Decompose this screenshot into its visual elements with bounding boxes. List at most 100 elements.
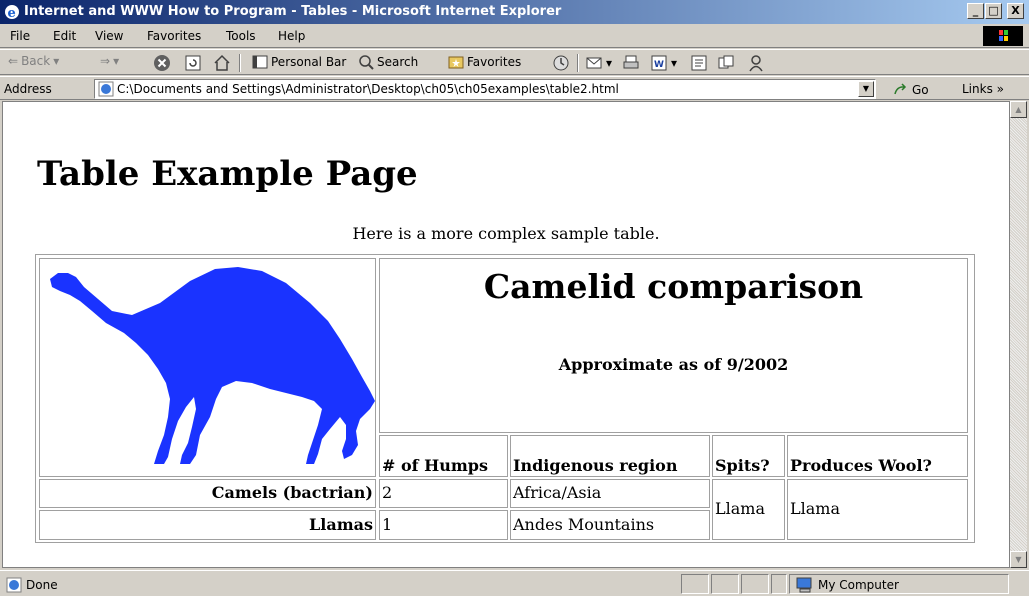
edit-word-icon: W [651, 55, 667, 71]
refresh-button[interactable] [184, 54, 202, 72]
edit-button[interactable]: W ▾ [650, 54, 677, 72]
menu-edit[interactable]: Edit [53, 29, 76, 43]
close-button[interactable]: X [1007, 3, 1024, 19]
page-heading: Table Example Page [37, 154, 418, 194]
refresh-icon [185, 55, 201, 71]
address-bar: Address C:\Documents and Settings\Admini… [0, 76, 1029, 100]
header-humps: # of Humps [379, 435, 508, 477]
print-button[interactable] [622, 54, 640, 72]
messenger-icon [718, 55, 734, 69]
page-body: Table Example Page Here is a more comple… [3, 102, 1009, 568]
history-icon [553, 55, 569, 71]
stop-button[interactable] [153, 54, 171, 72]
print-icon [623, 55, 639, 69]
header-spits: Spits? [712, 435, 785, 477]
row-name: Llamas [39, 510, 376, 540]
minimize-button[interactable]: _ [967, 3, 984, 19]
menu-file[interactable]: File [10, 29, 30, 43]
go-arrow-icon [894, 83, 907, 95]
vertical-scrollbar[interactable]: ▲ ▼ [1010, 101, 1027, 568]
chevron-down-icon: ▾ [606, 56, 613, 70]
browser-window: e Internet and WWW How to Program - Tabl… [0, 0, 1029, 596]
search-icon [359, 55, 374, 70]
wool-value: Llama [787, 479, 968, 540]
discuss-icon [691, 55, 707, 71]
messenger-button[interactable] [717, 54, 735, 72]
status-text: Done [26, 578, 58, 592]
row-name: Camels (bactrian) [39, 479, 376, 508]
favorites-button[interactable]: Favorites [448, 54, 521, 70]
links-button[interactable]: Links » [962, 82, 1004, 96]
header-region: Indigenous region [510, 435, 710, 477]
windows-logo-icon [983, 26, 1023, 46]
go-label: Go [912, 83, 929, 97]
title-bar[interactable]: e Internet and WWW How to Program - Tabl… [0, 0, 1029, 24]
toolbar-separator [577, 54, 579, 72]
status-panel [771, 574, 787, 594]
favorites-icon [448, 56, 464, 69]
favorites-label: Favorites [467, 55, 522, 69]
address-label: Address [4, 82, 52, 96]
chevron-down-icon: ▾ [113, 54, 120, 68]
personal-bar-button[interactable]: Personal Bar [252, 54, 346, 70]
mail-icon [586, 57, 602, 69]
menu-tools[interactable]: Tools [226, 29, 256, 43]
history-button[interactable] [552, 54, 570, 72]
forward-arrow-icon: ⇒ [100, 54, 111, 68]
menu-help[interactable]: Help [278, 29, 305, 43]
personal-bar-icon [252, 55, 268, 69]
menu-favorites[interactable]: Favorites [147, 29, 201, 43]
camel-image [50, 267, 375, 464]
toolbar-separator [239, 54, 241, 72]
standard-toolbar: ⇐ Back ▾ ⇒ ▾ Personal Bar Search Favorit… [0, 49, 1029, 75]
address-value: C:\Documents and Settings\Administrator\… [117, 82, 619, 96]
ie-logo-icon: e [5, 5, 19, 20]
svg-text:e: e [8, 6, 16, 20]
chevron-down-icon: ▾ [671, 56, 678, 70]
computer-icon [796, 577, 812, 593]
home-button[interactable] [213, 54, 231, 72]
camelid-table: Camelid comparison Approximate as of 9/2… [35, 254, 975, 543]
table-caption: Here is a more complex sample table. [352, 224, 660, 243]
window-title: Internet and WWW How to Program - Tables… [24, 4, 562, 19]
zone-label: My Computer [818, 578, 899, 592]
go-button[interactable]: Go [893, 82, 929, 98]
home-icon [214, 54, 230, 71]
search-label: Search [377, 55, 419, 69]
scroll-down-button[interactable]: ▼ [1010, 551, 1027, 568]
scroll-up-button[interactable]: ▲ [1010, 101, 1027, 118]
row-region: Africa/Asia [510, 479, 710, 508]
row-humps: 2 [379, 479, 508, 508]
discuss-button[interactable] [690, 54, 708, 72]
security-zone: My Computer [796, 577, 899, 593]
contacts-button[interactable] [747, 54, 765, 72]
stop-icon [154, 55, 170, 71]
address-dropdown-button[interactable]: ▼ [858, 81, 874, 97]
address-input[interactable]: C:\Documents and Settings\Administrator\… [94, 79, 876, 99]
status-panel [681, 574, 709, 594]
status-panel [741, 574, 769, 594]
table-title-cell: Camelid comparison Approximate as of 9/2… [379, 258, 968, 433]
menu-bar: File Edit View Favorites Tools Help [0, 24, 1029, 48]
maximize-button[interactable]: □ [985, 3, 1002, 19]
spits-value: Llama [712, 479, 785, 540]
status-text-area: Done [6, 577, 58, 593]
table-subtitle: Approximate as of 9/2002 [558, 355, 789, 374]
status-panel [711, 574, 739, 594]
menu-view[interactable]: View [95, 29, 123, 43]
chevron-down-icon: ▾ [53, 54, 60, 68]
row-humps: 1 [379, 510, 508, 540]
back-button[interactable]: ⇐ Back ▾ [8, 54, 59, 68]
table-title: Camelid comparison [483, 267, 864, 306]
back-label: Back [21, 54, 51, 68]
status-bar: Done My Computer [0, 570, 1029, 596]
user-icon [749, 55, 763, 72]
search-button[interactable]: Search [358, 54, 418, 70]
personal-bar-label: Personal Bar [271, 55, 347, 69]
page-done-icon [6, 577, 22, 593]
forward-button[interactable]: ⇒ ▾ [100, 54, 119, 68]
row-region: Andes Mountains [510, 510, 710, 540]
mail-button[interactable]: ▾ [585, 54, 612, 72]
back-arrow-icon: ⇐ [8, 54, 19, 68]
svg-text:W: W [654, 60, 664, 70]
